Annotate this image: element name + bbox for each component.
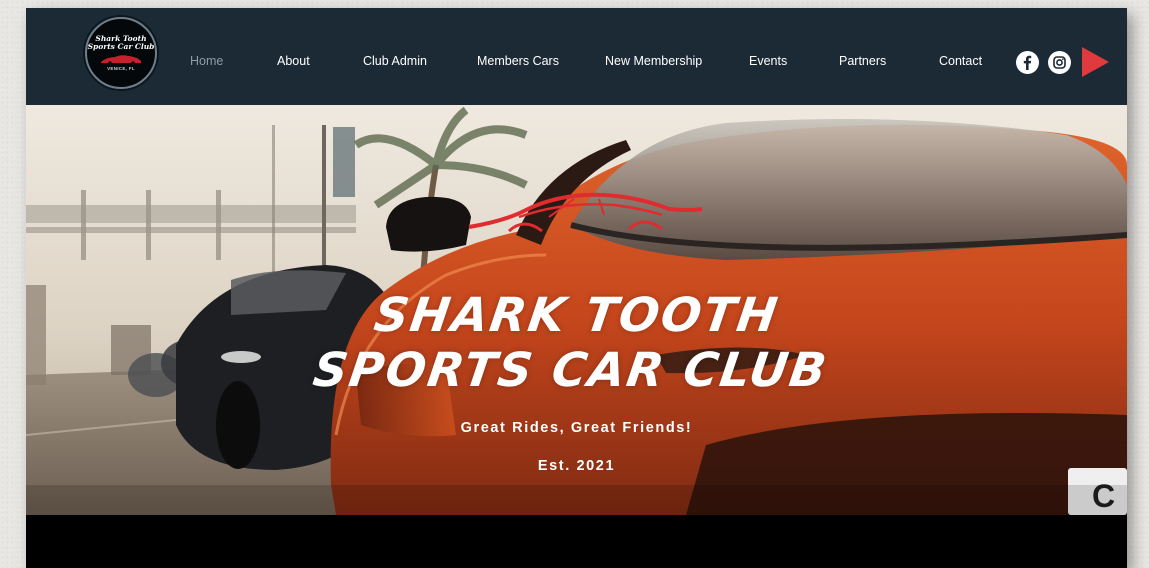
hero-banner: C SHARK TOOTH SPORTS CAR CLUB Great Ride… [26, 105, 1127, 515]
facebook-glyph [1023, 55, 1032, 70]
nav-partners[interactable]: Partners [839, 54, 886, 68]
instagram-icon[interactable] [1048, 51, 1071, 74]
hero-tagline: Great Rides, Great Friends! [460, 420, 693, 436]
nav-events[interactable]: Events [749, 54, 787, 68]
bottom-black-bar [26, 515, 1127, 568]
play-icon[interactable] [1082, 47, 1109, 77]
hero-title-line-1: SHARK TOOTH [370, 288, 783, 343]
nav-home[interactable]: Home [190, 54, 223, 68]
nav-members-cars[interactable]: Members Cars [477, 54, 559, 68]
main-nav: Home About Club Admin Members Cars New M… [26, 8, 1127, 105]
hero-established: Est. 2021 [537, 458, 616, 474]
nav-about[interactable]: About [277, 54, 310, 68]
site-frame: Shark Tooth Sports Car Club VENICE, FL H… [26, 8, 1127, 568]
site-header: Shark Tooth Sports Car Club VENICE, FL H… [26, 8, 1127, 105]
hero-title-line-2: SPORTS CAR CLUB [309, 343, 832, 398]
facebook-icon[interactable] [1016, 51, 1039, 74]
nav-contact[interactable]: Contact [939, 54, 982, 68]
nav-club-admin[interactable]: Club Admin [363, 54, 427, 68]
car-outline-logo [468, 192, 703, 233]
instagram-glyph [1053, 56, 1066, 69]
nav-new-membership[interactable]: New Membership [605, 54, 702, 68]
